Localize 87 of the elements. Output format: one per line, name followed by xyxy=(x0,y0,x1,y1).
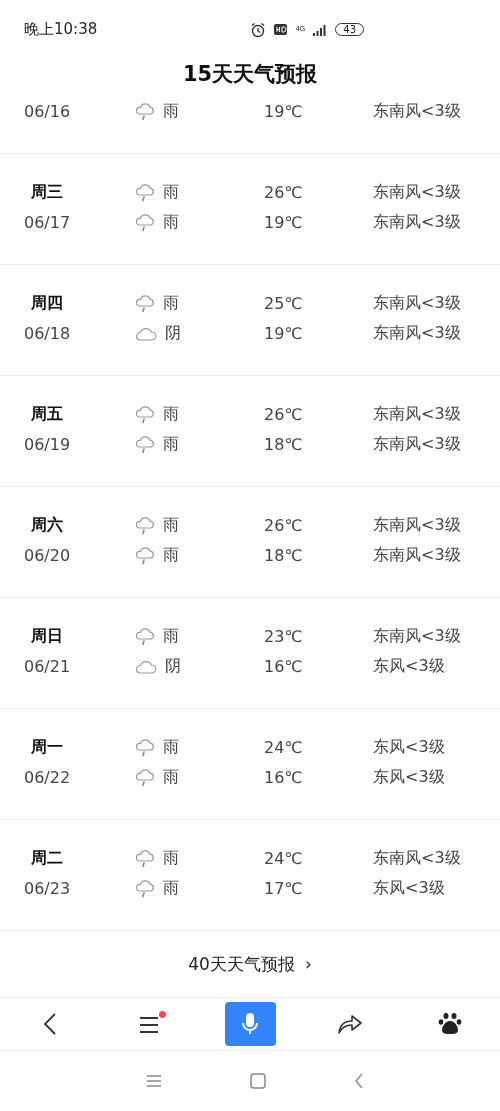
menu-icon xyxy=(146,1074,162,1089)
weather-label: 雨 xyxy=(163,848,179,870)
wind-label: 东南风<3级 xyxy=(373,848,462,870)
wind-label: 东风<3级 xyxy=(373,737,446,759)
rain-cloud-icon xyxy=(135,183,155,202)
forecast-40-day-link[interactable]: 40天天气预报 › xyxy=(0,930,500,999)
rain-cloud-icon xyxy=(135,405,155,424)
temperature-label: 18℃ xyxy=(264,435,304,455)
temperature-label: 25℃ xyxy=(264,294,304,314)
wind-label: 东南风<3级 xyxy=(373,293,462,315)
rain-cloud-icon xyxy=(135,738,155,757)
rain-cloud-icon xyxy=(135,546,155,565)
temperature-label: 19℃ xyxy=(264,213,304,233)
wind-label: 东南风<3级 xyxy=(373,515,462,537)
weather-label: 雨 xyxy=(163,545,179,567)
date-label: 06/16 xyxy=(23,102,71,122)
weather-label: 雨 xyxy=(163,737,179,759)
rain-cloud-icon xyxy=(135,102,155,121)
date-label: 06/17 xyxy=(23,213,71,233)
weekday-label: 周五 xyxy=(31,404,63,426)
rain-cloud-icon xyxy=(135,435,155,454)
temperature-label: 18℃ xyxy=(264,546,304,566)
square-icon xyxy=(250,1073,266,1090)
weather-label: 雨 xyxy=(163,212,179,234)
wind-label: 东南风<3级 xyxy=(373,404,462,426)
weather-label: 雨 xyxy=(163,293,179,315)
weekday-label: 周三 xyxy=(31,182,63,204)
status-time: 晚上10:38 xyxy=(24,20,98,40)
cloud-icon xyxy=(135,325,157,342)
cloud-icon xyxy=(135,658,157,675)
wind-label: 东风<3级 xyxy=(373,878,446,900)
wind-label: 东南风<3级 xyxy=(373,101,462,123)
date-label: 06/20 xyxy=(23,546,71,566)
page-title: 15天天气预报 xyxy=(181,61,319,89)
rain-cloud-icon xyxy=(135,849,155,868)
wind-label: 东南风<3级 xyxy=(373,323,462,345)
temperature-label: 17℃ xyxy=(264,879,304,899)
date-label: 06/23 xyxy=(23,879,71,899)
wind-label: 东南风<3级 xyxy=(373,182,462,204)
rain-cloud-icon xyxy=(135,768,155,787)
weekday-label: 周二 xyxy=(31,848,63,870)
signal-icon xyxy=(313,23,328,36)
weather-label: 雨 xyxy=(163,515,179,537)
weather-label: 雨 xyxy=(163,404,179,426)
rain-cloud-icon xyxy=(135,627,155,646)
wind-label: 东南风<3级 xyxy=(373,545,462,567)
temperature-label: 26℃ xyxy=(264,183,304,203)
wind-label: 东南风<3级 xyxy=(373,212,462,234)
wind-label: 东南风<3级 xyxy=(373,434,462,456)
date-label: 06/22 xyxy=(23,768,71,788)
weather-label: 阴 xyxy=(165,656,181,678)
rain-cloud-icon xyxy=(135,516,155,535)
temperature-label: 16℃ xyxy=(264,657,304,677)
temperature-label: 16℃ xyxy=(264,768,304,788)
weather-label: 雨 xyxy=(163,878,179,900)
weather-label: 雨 xyxy=(163,101,179,123)
weekday-label: 周一 xyxy=(31,737,63,759)
rain-cloud-icon xyxy=(135,294,155,313)
temperature-label: 19℃ xyxy=(264,102,304,122)
back-icon xyxy=(354,1073,364,1090)
weather-label: 阴 xyxy=(165,323,181,345)
temperature-label: 24℃ xyxy=(264,849,304,869)
weather-label: 雨 xyxy=(163,626,179,648)
weekday-label: 周四 xyxy=(31,293,63,315)
temperature-label: 23℃ xyxy=(264,627,304,647)
date-label: 06/18 xyxy=(23,324,71,344)
wind-label: 东南风<3级 xyxy=(373,626,462,648)
weather-label: 雨 xyxy=(163,182,179,204)
back-icon xyxy=(43,1012,57,1037)
weekday-label: 周六 xyxy=(31,515,63,537)
weekday-label: 周日 xyxy=(31,626,63,648)
temperature-label: 26℃ xyxy=(264,405,304,425)
rain-cloud-icon xyxy=(135,213,155,232)
date-label: 06/21 xyxy=(23,657,71,677)
temperature-label: 26℃ xyxy=(264,516,304,536)
wind-label: 东风<3级 xyxy=(373,767,446,789)
weather-label: 雨 xyxy=(163,434,179,456)
weather-label: 雨 xyxy=(163,767,179,789)
wind-label: 东风<3级 xyxy=(373,656,446,678)
share-icon xyxy=(337,1013,363,1036)
temperature-label: 24℃ xyxy=(264,738,304,758)
rain-cloud-icon xyxy=(135,879,155,898)
voice-search-button[interactable] xyxy=(224,1002,276,1047)
hd-icon xyxy=(274,24,288,36)
alarm-clock-icon xyxy=(250,21,267,38)
date-label: 06/19 xyxy=(23,435,71,455)
temperature-label: 19℃ xyxy=(264,324,304,344)
